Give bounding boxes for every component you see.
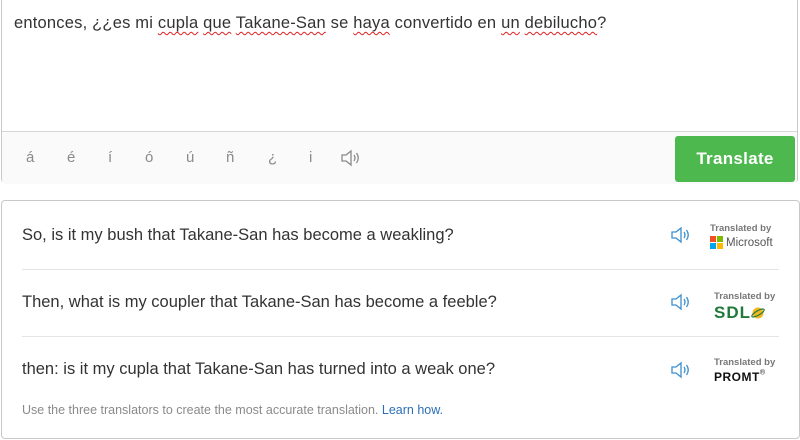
char-i-button[interactable]: i (309, 149, 312, 166)
input-toolbar: á é í ó ú ñ ¿ i Translate (2, 131, 797, 184)
microsoft-credit: Translated by Microsoft (710, 223, 782, 249)
source-text-segment: se (325, 14, 354, 32)
promt-credit: Translated by PROMT® (710, 357, 782, 386)
misspelled-word: haya (353, 14, 390, 32)
provider-name: PROMT (714, 370, 760, 384)
char-a-acute-button[interactable]: á (26, 149, 34, 166)
microsoft-logo-icon (710, 236, 723, 249)
speaker-icon[interactable] (340, 149, 362, 172)
source-text-segment: convertido en (389, 14, 502, 32)
provider-name: Microsoft (726, 236, 773, 249)
misspelled-word: un (501, 14, 520, 32)
translation-text[interactable]: Then, what is my coupler that Takane-San… (22, 293, 497, 312)
misspelled-word: cupla (157, 14, 199, 32)
footer-note: Use the three translators to create the … (22, 403, 443, 417)
char-i-acute-button[interactable]: í (108, 149, 112, 166)
char-e-acute-button[interactable]: é (67, 149, 75, 166)
speaker-icon[interactable] (670, 226, 692, 249)
translation-result-microsoft: So, is it my bush that Takane-San has be… (2, 201, 799, 267)
registered-mark-icon: ® (759, 369, 766, 377)
translation-result-sdl: Then, what is my coupler that Takane-San… (2, 270, 799, 336)
misspelled-word: que (203, 14, 232, 32)
translation-result-promt: then: is it my cupla that Takane-San has… (2, 337, 799, 403)
sdl-globe-icon (751, 307, 765, 319)
credit-caption: Translated by (714, 357, 776, 368)
sdl-credit: Translated by SDL (710, 291, 782, 323)
credit-caption: Translated by (714, 291, 776, 302)
source-input-panel[interactable]: entonces, ¿¿es mi cupla que Takane-San s… (1, 0, 798, 184)
char-inverted-question-button[interactable]: ¿ (268, 149, 277, 166)
translation-results-panel: So, is it my bush that Takane-San has be… (1, 200, 800, 439)
char-u-acute-button[interactable]: ú (186, 149, 194, 166)
translation-text[interactable]: then: is it my cupla that Takane-San has… (22, 360, 495, 379)
source-text-segment: ? (597, 14, 607, 32)
char-o-acute-button[interactable]: ó (145, 149, 153, 166)
microsoft-logo: Microsoft (710, 236, 782, 249)
misspelled-word: Takane-San (235, 14, 326, 32)
credit-caption: Translated by (710, 223, 772, 234)
sdl-logo: SDL (710, 303, 782, 323)
source-text-segment: entonces, ¿¿es mi (14, 14, 158, 32)
misspelled-word: debilucho (524, 14, 598, 32)
footer-note-text: Use the three translators to create the … (22, 403, 382, 417)
provider-name: SDL (714, 303, 751, 322)
learn-how-link[interactable]: Learn how. (382, 403, 443, 417)
speaker-icon[interactable] (670, 361, 692, 384)
char-n-tilde-button[interactable]: ñ (226, 149, 234, 166)
translate-button[interactable]: Translate (675, 136, 795, 182)
translation-text[interactable]: So, is it my bush that Takane-San has be… (22, 226, 454, 245)
source-text-field[interactable]: entonces, ¿¿es mi cupla que Takane-San s… (14, 14, 784, 33)
speaker-icon[interactable] (670, 293, 692, 316)
